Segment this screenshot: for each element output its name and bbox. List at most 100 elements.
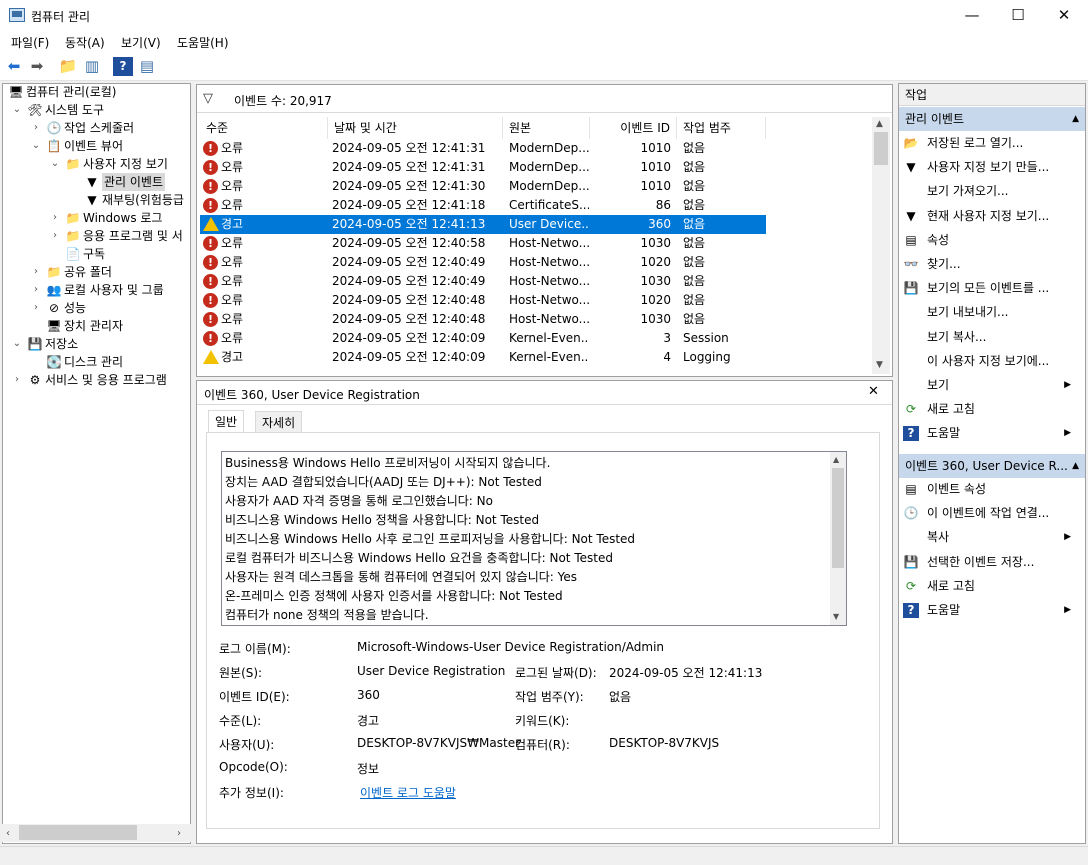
event-description[interactable]: Business용 Windows Hello 프로비저닝이 시작되지 않습니다…	[221, 451, 847, 626]
action-item[interactable]: ▼ 현재 사용자 지정 보기...	[903, 205, 1079, 227]
action-item[interactable]: 📂 저장된 로그 열기...	[903, 132, 1079, 154]
action-label: 사용자 지정 보기 만들...	[927, 160, 1050, 175]
action-item[interactable]: 👓 찾기...	[903, 253, 1079, 275]
action-item[interactable]: ▤ 이벤트 속성	[903, 478, 1079, 500]
expand-closed-icon[interactable]: ›	[30, 299, 42, 317]
maximize-button[interactable]: ☐	[995, 0, 1041, 31]
show-hide-action-pane-icon[interactable]: ▤	[137, 57, 157, 76]
event-row[interactable]: ! 오류 2024-09-05 오전 12:41:31 ModernDep... 101…	[200, 158, 766, 177]
expand-open-icon[interactable]: ⌄	[11, 101, 23, 119]
action-item[interactable]: 💾 선택한 이벤트 저장...	[903, 551, 1079, 573]
expand-closed-icon[interactable]: ›	[30, 119, 42, 137]
scroll-down-icon[interactable]: ▼	[833, 612, 839, 621]
scroll-thumb[interactable]	[832, 468, 844, 568]
event-row[interactable]: 경고 2024-09-05 오전 12:40:09 Kernel-Even... 4 L…	[200, 348, 766, 367]
action-item[interactable]: ? 도움말 ▶	[903, 599, 1079, 621]
tree-node-icon: 🕒	[46, 121, 62, 135]
opcode-label: Opcode(O):	[219, 760, 288, 774]
action-item[interactable]: ▼ 사용자 지정 보기 만들...	[903, 156, 1079, 178]
up-folder-icon[interactable]: 📁	[58, 57, 78, 76]
action-item[interactable]: ? 도움말 ▶	[903, 422, 1079, 444]
event-row[interactable]: ! 오류 2024-09-05 오전 12:41:18 CertificateS...…	[200, 196, 766, 215]
column-source[interactable]: 원본	[503, 117, 590, 139]
action-item[interactable]: 보기 가져오기...	[903, 180, 1079, 202]
action-item[interactable]: 이 사용자 지정 보기에...	[903, 350, 1079, 372]
expand-closed-icon[interactable]: ›	[49, 227, 61, 245]
cell-cat: Logging	[683, 350, 731, 364]
column-event-id[interactable]: 이벤트 ID	[590, 117, 677, 139]
cell-cat: 없음	[683, 141, 706, 155]
action-item[interactable]: 보기 내보내기...	[903, 301, 1079, 323]
event-row[interactable]: ! 오류 2024-09-05 오전 12:40:49 Host-Netwo... 10…	[200, 253, 766, 272]
cell-source: Host-Netwo...	[509, 293, 589, 307]
scroll-left-icon[interactable]: ‹	[6, 828, 10, 839]
scroll-down-icon[interactable]: ▼	[876, 360, 883, 370]
actions-section-managed-events[interactable]: 관리 이벤트 ▲	[899, 107, 1085, 131]
back-arrow-icon[interactable]: ⬅	[4, 57, 24, 76]
event-row[interactable]: ! 오류 2024-09-05 오전 12:40:48 Host-Netwo... 10…	[200, 310, 766, 329]
event-row[interactable]: ! 오류 2024-09-05 오전 12:40:58 Host-Netwo... 10…	[200, 234, 766, 253]
scroll-up-icon[interactable]: ▲	[876, 119, 883, 129]
action-icon: ⟳	[905, 402, 917, 417]
expand-open-icon[interactable]: ⌄	[11, 335, 23, 353]
action-item[interactable]: ⟳ 새로 고침	[903, 398, 1079, 420]
action-item[interactable]: ⟳ 새로 고침	[903, 575, 1079, 597]
close-button[interactable]: ✕	[1041, 0, 1087, 31]
cell-source: ModernDep...	[509, 179, 589, 193]
collapse-icon[interactable]: ▲	[1072, 107, 1079, 131]
expand-closed-icon[interactable]: ›	[49, 209, 61, 227]
event-row[interactable]: ! 오류 2024-09-05 오전 12:40:09 Kernel-Even... 3…	[200, 329, 766, 348]
action-label: 이 사용자 지정 보기에...	[927, 353, 1050, 368]
help-icon[interactable]: ?	[113, 57, 133, 76]
tree-node-label: 재부팅(위험등급	[102, 193, 184, 207]
error-icon: !	[203, 312, 218, 327]
scroll-up-icon[interactable]: ▲	[833, 455, 839, 464]
submenu-arrow-icon: ▶	[1064, 605, 1071, 615]
scroll-right-icon[interactable]: ›	[177, 828, 181, 839]
menu-file[interactable]: 파일(F)	[11, 34, 49, 51]
expand-closed-icon[interactable]: ›	[30, 263, 42, 281]
menu-help[interactable]: 도움말(H)	[177, 34, 229, 51]
tab-details[interactable]: 자세히	[255, 411, 303, 433]
expand-open-icon[interactable]: ⌄	[49, 155, 61, 173]
event-row[interactable]: ! 오류 2024-09-05 오전 12:40:48 Host-Netwo... 10…	[200, 291, 766, 310]
description-scrollbar[interactable]: ▲ ▼	[830, 452, 846, 625]
minimize-button[interactable]: —	[949, 0, 995, 31]
menu-view[interactable]: 보기(V)	[121, 34, 161, 51]
event-list-scrollbar[interactable]: ▲ ▼	[872, 117, 890, 374]
forward-arrow-icon[interactable]: ➡	[27, 57, 47, 76]
expand-open-icon[interactable]: ⌄	[30, 137, 42, 155]
action-item[interactable]: 복사 ▶	[903, 526, 1079, 548]
show-hide-tree-icon[interactable]: ▥	[82, 57, 102, 76]
action-item[interactable]: 💾 보기의 모든 이벤트를 ...	[903, 277, 1079, 299]
event-log-help-link[interactable]: 이벤트 로그 도움말	[360, 784, 456, 801]
cell-id: 1020	[640, 293, 671, 307]
event-row[interactable]: 경고 2024-09-05 오전 12:41:13 User Device... 36…	[200, 215, 766, 234]
scroll-thumb[interactable]	[19, 825, 137, 840]
cell-id: 86	[655, 198, 671, 212]
error-icon: !	[203, 198, 218, 213]
actions-section-event[interactable]: 이벤트 360, User Device R... ▲	[899, 454, 1085, 478]
action-item[interactable]: 🕒 이 이벤트에 작업 연결...	[903, 502, 1079, 524]
action-icon: ?	[903, 426, 919, 442]
cell-cat: Session	[683, 331, 729, 345]
action-item[interactable]: 보기 복사...	[903, 326, 1079, 348]
menu-action[interactable]: 동작(A)	[65, 34, 105, 51]
column-category[interactable]: 작업 범주	[677, 117, 766, 139]
scroll-thumb[interactable]	[874, 132, 888, 165]
action-item[interactable]: 보기 ▶	[903, 374, 1079, 396]
event-row[interactable]: ! 오류 2024-09-05 오전 12:40:49 Host-Netwo... 10…	[200, 272, 766, 291]
expand-closed-icon[interactable]: ›	[11, 371, 23, 389]
tree-horizontal-scrollbar[interactable]: ‹ ›	[2, 824, 191, 842]
event-row[interactable]: ! 오류 2024-09-05 오전 12:41:30 ModernDep... 101…	[200, 177, 766, 196]
event-row[interactable]: ! 오류 2024-09-05 오전 12:41:31 ModernDep... 101…	[200, 139, 766, 158]
error-icon: !	[203, 141, 218, 156]
action-item[interactable]: ▤ 속성	[903, 229, 1079, 251]
column-datetime[interactable]: 날짜 및 시간	[328, 117, 503, 139]
tab-general[interactable]: 일반	[208, 410, 245, 433]
close-detail-icon[interactable]: ✕	[868, 384, 879, 399]
collapse-icon[interactable]: ▲	[1072, 454, 1079, 478]
column-level[interactable]: 수준	[200, 117, 328, 139]
expand-closed-icon[interactable]: ›	[30, 281, 42, 299]
action-label: 새로 고침	[927, 578, 975, 593]
